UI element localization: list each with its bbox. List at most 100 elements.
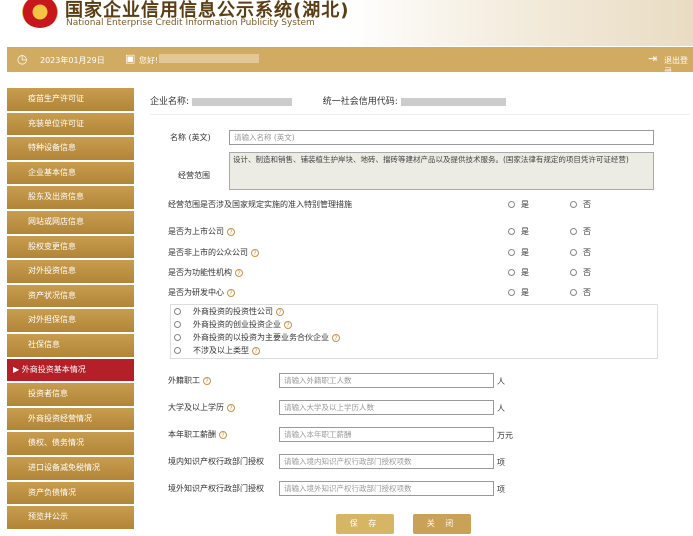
question-label: 是否为功能性机构 xyxy=(168,268,232,277)
question-label: 是否非上市的公众公司 xyxy=(168,248,248,257)
radio-no[interactable]: 否 xyxy=(570,226,591,237)
radio-circle[interactable] xyxy=(508,249,515,256)
sidebar-item[interactable]: 对外担保信息 xyxy=(7,309,134,334)
credit-code-label: 统一社会信用代码: xyxy=(323,97,398,107)
radio-no[interactable]: 否 xyxy=(570,267,591,278)
sidebar-item[interactable]: 投资者信息 xyxy=(7,383,134,408)
radio-yes[interactable]: 是 xyxy=(508,199,529,210)
sidebar-item[interactable]: 社保信息 xyxy=(7,334,134,359)
option-label: 外商投资的投资性公司 xyxy=(193,307,273,316)
user-icon: ▣ xyxy=(125,52,135,65)
help-icon[interactable]: ? xyxy=(219,431,227,439)
main-content: 企业名称: 统一社会信用代码: 名称 (英文) 经营范围 设计、制造和销售、铺装… xyxy=(140,88,693,536)
radio-yes[interactable]: 是 xyxy=(508,267,529,278)
site-subtitle: National Enterprise Credit Information P… xyxy=(66,18,315,28)
sidebar-item[interactable]: 网站或网店信息 xyxy=(7,211,134,236)
sidebar-item-label: 社保信息 xyxy=(28,340,60,349)
help-icon[interactable]: ? xyxy=(252,347,260,355)
investment-type-option[interactable]: 外商投资的投资性公司? xyxy=(171,305,657,318)
investment-type-option[interactable]: 不涉及以上类型? xyxy=(171,344,657,357)
sidebar-item[interactable]: 疫苗生产许可证 xyxy=(7,88,134,113)
sidebar-item[interactable]: 特种设备信息 xyxy=(7,137,134,162)
domestic-ip-input[interactable] xyxy=(279,454,494,469)
foreign-ip-label: 境外知识产权行政部门授权 xyxy=(168,483,264,494)
radio-no[interactable]: 否 xyxy=(570,247,591,258)
business-scope-textarea[interactable]: 设计、制造和销售、铺装植生护岸块、地砖、擋砖等建材产品以及提供技术服务。(国家法… xyxy=(229,152,654,190)
sidebar-item[interactable]: 资产状况信息 xyxy=(7,285,134,310)
field-unit: 人 xyxy=(497,376,505,387)
help-icon[interactable]: ? xyxy=(235,269,243,277)
investment-type-option[interactable]: 外商投资的以投资为主要业务合伙企业? xyxy=(171,331,657,344)
radio-yes-label: 是 xyxy=(521,227,529,236)
investment-type-option[interactable]: 外商投资的创业投资企业? xyxy=(171,318,657,331)
radio-no[interactable]: 否 xyxy=(570,199,591,210)
radio-circle[interactable] xyxy=(174,321,181,328)
redacted-credit-code xyxy=(401,98,506,106)
radio-circle[interactable] xyxy=(174,334,181,341)
close-button[interactable]: 关 闭 xyxy=(413,514,471,534)
logout-link[interactable]: 退出登录 xyxy=(664,55,693,77)
divider xyxy=(150,114,690,115)
help-icon[interactable]: ? xyxy=(251,249,259,257)
sidebar-item[interactable]: 资产负债情况 xyxy=(7,482,134,507)
radio-circle[interactable] xyxy=(508,201,515,208)
scope-text: 设计、制造和销售、铺装植生护岸块、地砖、擋砖等建材产品以及提供技术服务。(国家法… xyxy=(233,155,629,164)
help-icon[interactable]: ? xyxy=(227,289,235,297)
radio-circle[interactable] xyxy=(570,289,577,296)
sidebar-item[interactable]: 预览并公示 xyxy=(7,506,134,531)
option-label: 不涉及以上类型 xyxy=(193,346,249,355)
radio-circle[interactable] xyxy=(174,347,181,354)
radio-circle[interactable] xyxy=(508,289,515,296)
help-icon[interactable]: ? xyxy=(227,404,235,412)
sidebar-item[interactable]: 企业基本信息 xyxy=(7,162,134,187)
salary-input[interactable] xyxy=(279,427,494,442)
foreign-staff-input[interactable] xyxy=(279,373,494,388)
radio-yes[interactable]: 是 xyxy=(508,226,529,237)
radio-yes[interactable]: 是 xyxy=(508,247,529,258)
radio-circle[interactable] xyxy=(508,269,515,276)
radio-no-label: 否 xyxy=(583,200,591,209)
sidebar-item[interactable]: ▶ 外商投资基本情况 xyxy=(7,359,134,384)
foreign-ip-input[interactable] xyxy=(279,481,494,496)
clock-icon: ◷ xyxy=(17,52,27,66)
sidebar-item[interactable]: 股东及出资信息 xyxy=(7,186,134,211)
college-staff-input[interactable] xyxy=(279,400,494,415)
sidebar-item-label: 对外投资信息 xyxy=(28,266,76,275)
help-icon[interactable]: ? xyxy=(203,377,211,385)
radio-circle[interactable] xyxy=(570,269,577,276)
radio-no[interactable]: 否 xyxy=(570,287,591,298)
field-label-text: 境外知识产权行政部门授权 xyxy=(168,484,264,493)
sidebar-item[interactable]: 股权变更信息 xyxy=(7,236,134,261)
sidebar-item[interactable]: 充装单位许可证 xyxy=(7,113,134,138)
name-en-input[interactable] xyxy=(229,130,654,145)
radio-circle[interactable] xyxy=(508,228,515,235)
sidebar-item-label: 债权、债务情况 xyxy=(28,438,84,447)
logout-icon[interactable]: ⇥ xyxy=(648,52,657,65)
sidebar-item-label: 进口设备减免税情况 xyxy=(28,463,100,472)
sidebar-item[interactable]: 对外投资信息 xyxy=(7,260,134,285)
sidebar-item-label: 充装单位许可证 xyxy=(28,119,84,128)
radio-circle[interactable] xyxy=(570,201,577,208)
radio-circle[interactable] xyxy=(174,308,181,315)
help-icon[interactable]: ? xyxy=(284,321,292,329)
save-button[interactable]: 保 存 xyxy=(336,514,394,534)
field-unit: 项 xyxy=(497,484,505,495)
sidebar-item[interactable]: 进口设备减免税情况 xyxy=(7,457,134,482)
sidebar-item[interactable]: 外商投资经营情况 xyxy=(7,408,134,433)
radio-circle[interactable] xyxy=(570,228,577,235)
sidebar-item[interactable]: 债权、债务情况 xyxy=(7,432,134,457)
question-row: 是否为上市公司? xyxy=(168,226,235,237)
radio-yes[interactable]: 是 xyxy=(508,287,529,298)
sidebar-item-label: 疫苗生产许可证 xyxy=(28,94,84,103)
help-icon[interactable]: ? xyxy=(227,228,235,236)
field-label-text: 本年职工薪酬 xyxy=(168,430,216,439)
help-icon[interactable]: ? xyxy=(276,308,284,316)
radio-yes-label: 是 xyxy=(521,288,529,297)
sidebar-item-label: 投资者信息 xyxy=(28,389,68,398)
radio-circle[interactable] xyxy=(570,249,577,256)
help-icon[interactable]: ? xyxy=(332,334,340,342)
radio-no-label: 否 xyxy=(583,288,591,297)
field-unit: 人 xyxy=(497,403,505,414)
sidebar-item-label: 资产负债情况 xyxy=(28,488,76,497)
option-label: 外商投资的以投资为主要业务合伙企业 xyxy=(193,333,329,342)
